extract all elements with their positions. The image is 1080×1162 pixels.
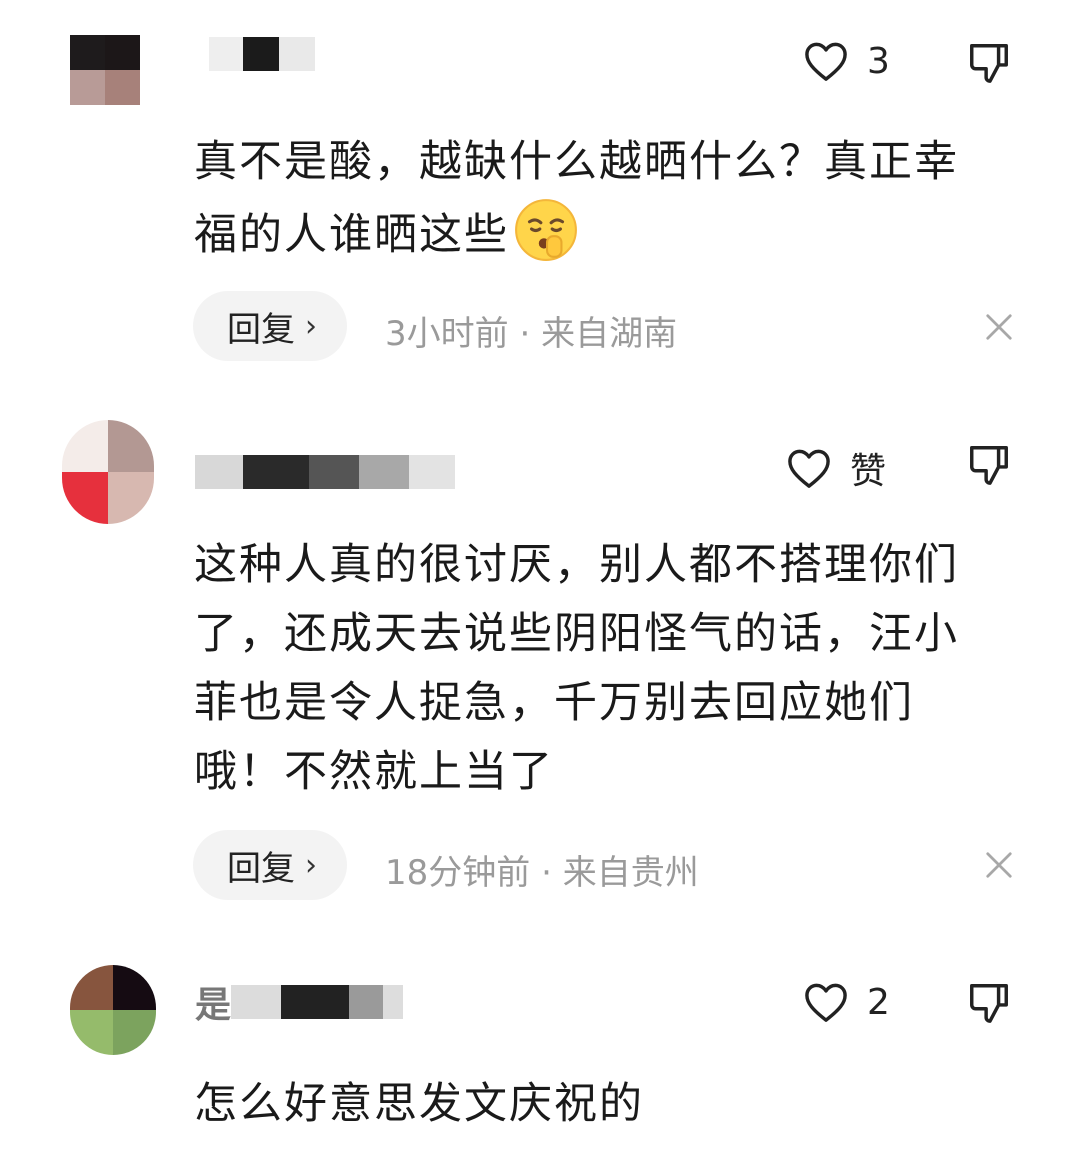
chevron-right-icon: ›	[305, 308, 317, 344]
reply-button[interactable]: 回复 ›	[193, 291, 347, 361]
username-visible-char: 是	[195, 985, 232, 1026]
username-redacted[interactable]	[195, 452, 455, 492]
separator: ·	[519, 314, 531, 354]
username-redacted[interactable]: 是	[195, 982, 404, 1026]
close-icon[interactable]	[984, 850, 1014, 880]
timestamp: 18分钟前	[385, 853, 531, 893]
comment-text: 怎么好意思发文庆祝的	[194, 1079, 644, 1129]
like-count: 2	[867, 981, 890, 1023]
timestamp: 3小时前	[385, 314, 509, 354]
comment-meta: 18分钟前 · 来自贵州	[385, 845, 699, 894]
heart-outline-icon	[788, 449, 830, 488]
comment-text: 真不是酸，越缺什么越晒什么？真正幸 福的人谁晒这些	[194, 128, 1024, 270]
heart-outline-icon	[805, 983, 847, 1022]
like-button[interactable]: 赞	[786, 442, 886, 494]
thumbs-down-icon[interactable]	[966, 442, 1012, 488]
close-icon[interactable]	[984, 312, 1014, 342]
username-redacted[interactable]	[195, 34, 315, 74]
location: 来自贵州	[562, 853, 699, 893]
location: 来自湖南	[541, 314, 678, 354]
like-label: 赞	[850, 451, 887, 492]
comment-text: 这种人真的很讨厌，别人都不搭理你们 了，还成天去说些阴阳怪气的话，汪小 菲也是令…	[194, 540, 959, 797]
chevron-right-icon: ›	[305, 847, 317, 883]
heart-outline-icon	[805, 42, 847, 81]
avatar[interactable]	[70, 35, 140, 105]
avatar[interactable]	[62, 420, 154, 524]
avatar[interactable]	[70, 965, 156, 1055]
separator: ·	[541, 853, 552, 893]
like-button[interactable]: 2	[803, 981, 890, 1023]
shushing-face-emoji	[515, 199, 577, 261]
like-button[interactable]: 3	[803, 40, 890, 82]
thumbs-down-icon[interactable]	[966, 40, 1012, 86]
comment-meta: 3小时前 · 来自湖南	[385, 306, 677, 355]
like-count: 3	[867, 40, 890, 82]
thumbs-down-icon[interactable]	[966, 980, 1012, 1026]
reply-button[interactable]: 回复 ›	[193, 830, 347, 900]
